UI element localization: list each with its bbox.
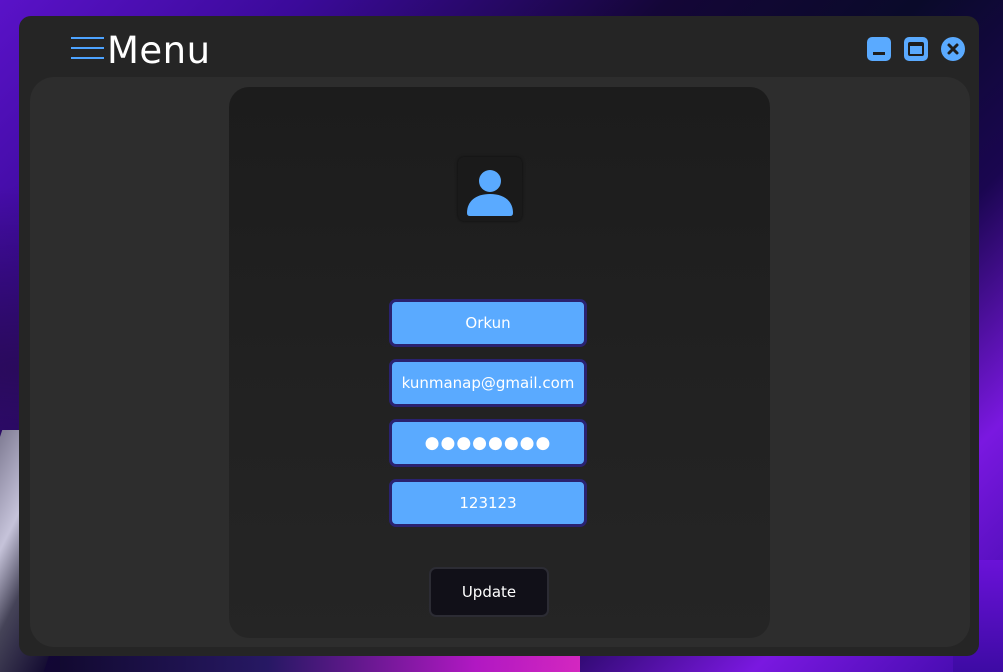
profile-card: Orkun kunmanap@gmail.com ●●●●●●●● 123123… bbox=[229, 87, 770, 638]
email-field[interactable]: kunmanap@gmail.com bbox=[389, 359, 587, 407]
hamburger-icon[interactable] bbox=[71, 36, 104, 60]
close-icon[interactable] bbox=[941, 37, 965, 61]
password-field[interactable]: ●●●●●●●● bbox=[389, 419, 587, 467]
window-title: Menu bbox=[107, 29, 211, 72]
minimize-icon[interactable] bbox=[867, 37, 891, 61]
update-button[interactable]: Update bbox=[429, 567, 549, 617]
title-bar: Menu bbox=[19, 16, 979, 78]
app-window: Menu Orkun kunmanap@gmail.com ●●●●●●●● 1… bbox=[19, 16, 979, 656]
name-field[interactable]: Orkun bbox=[389, 299, 587, 347]
content-area: Orkun kunmanap@gmail.com ●●●●●●●● 123123… bbox=[30, 77, 970, 647]
code-field[interactable]: 123123 bbox=[389, 479, 587, 527]
maximize-icon[interactable] bbox=[904, 37, 928, 61]
user-icon bbox=[458, 157, 522, 221]
